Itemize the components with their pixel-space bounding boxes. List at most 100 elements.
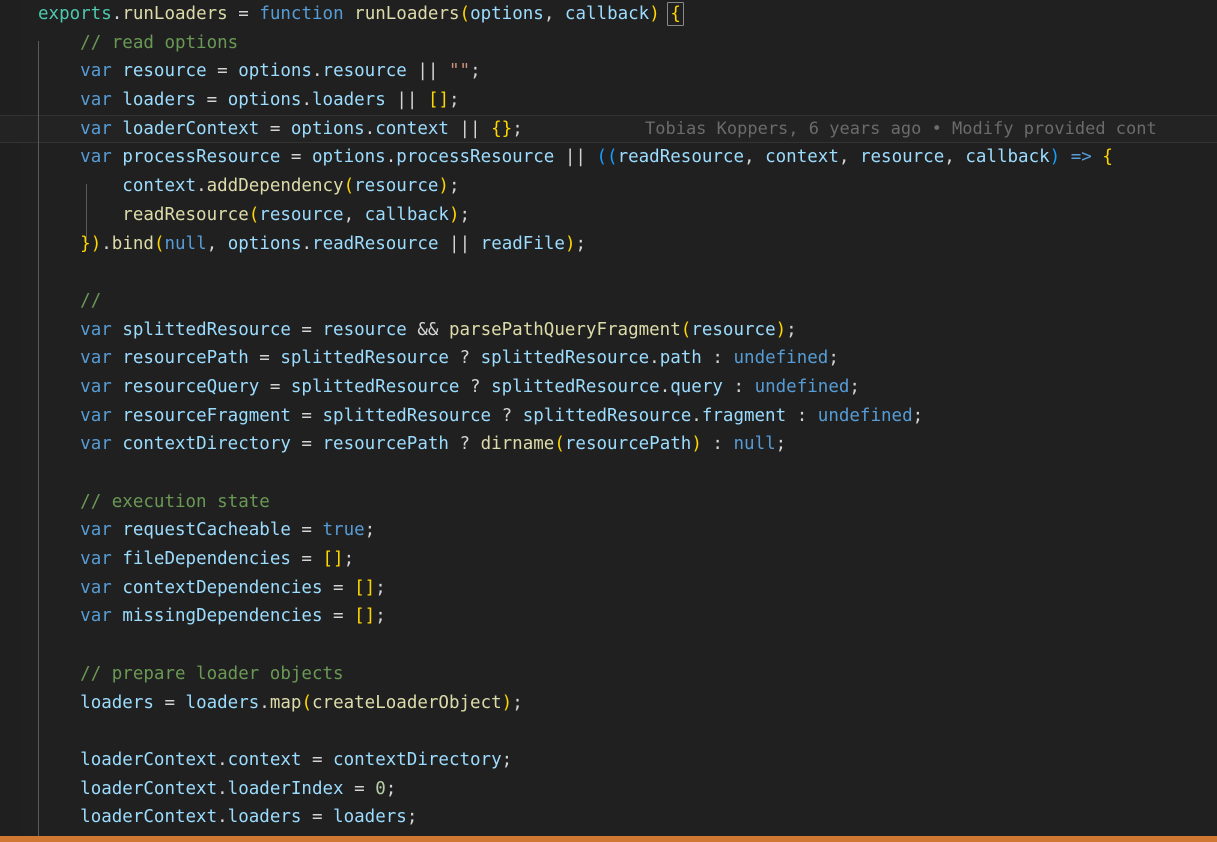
code-token: ;	[459, 204, 471, 225]
code-token: var	[80, 90, 112, 111]
code-line[interactable]: //	[0, 287, 1217, 316]
code-token: =	[290, 319, 323, 340]
code-token: loaders	[185, 692, 260, 713]
code-line[interactable]: }).bind(null, options.readResource || re…	[0, 230, 1217, 259]
code-line[interactable]: var contextDependencies = [];	[0, 574, 1217, 603]
code-token: ,	[944, 147, 955, 168]
code-token: true	[322, 520, 365, 541]
code-token: splittedResource	[290, 376, 460, 397]
code-token: var	[80, 405, 112, 426]
code-token: resource	[322, 61, 407, 82]
code-token: loaders	[122, 90, 197, 111]
code-line[interactable]: loaderContext.context = contextDirectory…	[0, 746, 1217, 775]
code-token: ;	[828, 348, 839, 369]
code-token: )	[649, 4, 660, 24]
code-token: (	[680, 319, 692, 340]
code-token: =	[290, 520, 323, 541]
code-token: ((	[596, 147, 618, 168]
code-token: ;	[912, 405, 924, 426]
code-line[interactable]: exports.runLoaders = function runLoaders…	[0, 0, 1217, 29]
code-line[interactable]: var splittedResource = resource && parse…	[0, 316, 1217, 345]
code-token: ||	[396, 90, 418, 111]
code-token: .	[259, 692, 270, 713]
code-line[interactable]: context.addDependency(resource);	[0, 172, 1217, 201]
code-editor[interactable]: exports.runLoaders = function runLoaders…	[0, 0, 1217, 842]
code-token: contextDirectory	[122, 434, 291, 455]
code-token: processResource	[122, 147, 281, 168]
code-line[interactable]: var loaders = options.loaders || [];	[0, 86, 1217, 115]
code-token: .	[301, 233, 313, 254]
status-bar[interactable]	[0, 836, 1217, 842]
code-token: {}	[491, 118, 513, 139]
code-line[interactable]: var resourcePath = splittedResource ? sp…	[0, 344, 1217, 373]
code-line[interactable]: var resource = options.resource || "";	[0, 57, 1217, 86]
code-line[interactable]: var processResource = options.processRes…	[0, 143, 1217, 172]
code-line[interactable]: var resourceQuery = splittedResource ? s…	[0, 373, 1217, 402]
code-token: loaders	[312, 90, 386, 111]
code-line[interactable]: // read options	[0, 29, 1217, 58]
code-token: readResource	[122, 204, 249, 225]
code-token: resourcePath	[122, 348, 249, 369]
code-token: contextDirectory	[333, 749, 502, 770]
code-line[interactable]: loaders = loaders.map(createLoaderObject…	[0, 689, 1217, 718]
code-line[interactable]	[0, 459, 1217, 488]
code-token: loaderContext	[80, 778, 218, 799]
code-line[interactable]: var requestCacheable = true;	[0, 516, 1217, 545]
code-line[interactable]: // execution state	[0, 488, 1217, 517]
code-token: =	[301, 807, 334, 828]
code-token: =	[259, 118, 291, 139]
code-token: )	[564, 233, 576, 254]
code-token: []	[322, 549, 344, 570]
code-line[interactable]: var missingDependencies = [];	[0, 602, 1217, 631]
code-line[interactable]: var fileDependencies = [];	[0, 545, 1217, 574]
git-blame-annotation[interactable]: Tobias Koppers, 6 years ago • Modify pro…	[645, 115, 1157, 144]
code-token: )	[775, 319, 787, 340]
code-token: (	[343, 176, 355, 197]
code-token: runLoaders	[122, 4, 228, 24]
code-token: var	[80, 376, 112, 397]
code-token: ;	[385, 778, 397, 799]
indent-guide-level-2	[86, 184, 87, 241]
code-line[interactable]: loaderContext.loaders = loaders;	[0, 803, 1217, 832]
code-line[interactable]: // prepare loader objects	[0, 660, 1217, 689]
code-token: dirname	[480, 434, 555, 455]
code-line[interactable]	[0, 631, 1217, 660]
code-token: ?	[501, 405, 513, 426]
code-line[interactable]	[0, 258, 1217, 287]
code-token: ;	[849, 376, 860, 397]
code-token: =	[153, 692, 186, 713]
code-token: var	[80, 549, 112, 570]
code-token: ,	[744, 147, 755, 168]
code-line[interactable]: var loaderContext = options.context || {…	[0, 114, 1217, 144]
code-line[interactable]: loaderContext.loaderIndex = 0;	[0, 775, 1217, 804]
code-token: var	[80, 147, 112, 168]
code-line[interactable]	[0, 717, 1217, 746]
code-line[interactable]: var resourceFragment = splittedResource …	[0, 402, 1217, 431]
code-content-area[interactable]: exports.runLoaders = function runLoaders…	[0, 0, 1217, 836]
code-token: ;	[364, 520, 376, 541]
code-token: resourcePath	[564, 434, 692, 455]
code-line[interactable]: var contextDirectory = resourcePath ? di…	[0, 430, 1217, 459]
code-token: .	[217, 749, 228, 770]
code-line[interactable]: readResource(resource, callback);	[0, 201, 1217, 230]
